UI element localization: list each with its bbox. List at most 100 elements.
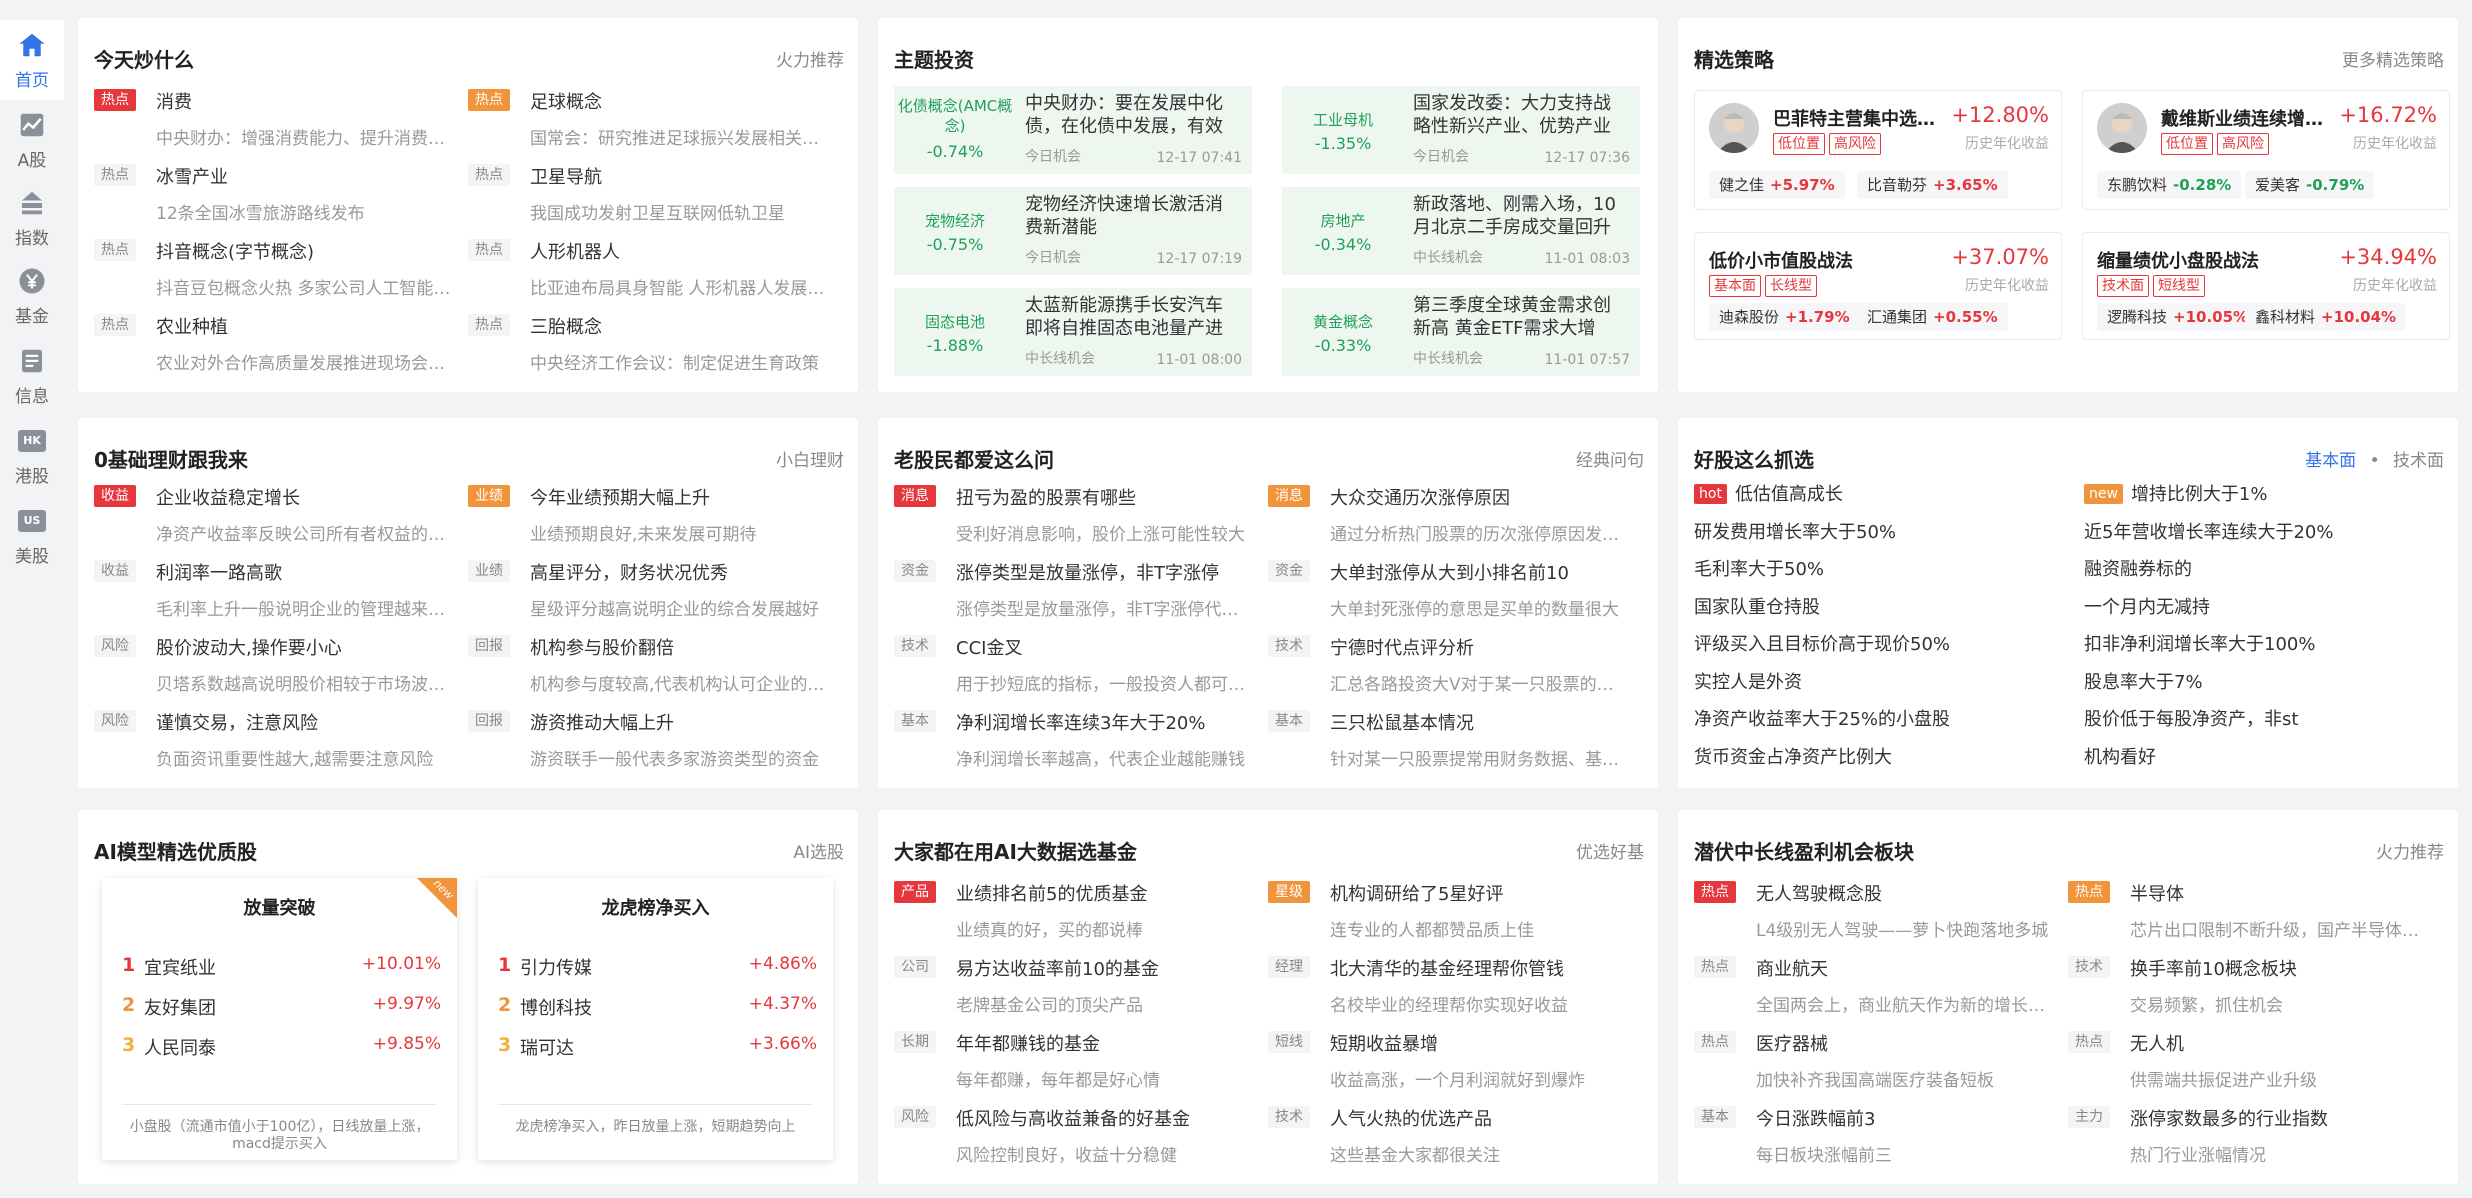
screener-item[interactable]: 融资融券标的 <box>2084 555 2192 581</box>
list-item-title[interactable]: 半导体 <box>2130 880 2184 906</box>
list-item-title[interactable]: 消费 <box>156 88 192 114</box>
strategy-card[interactable]: 缩量绩优小盘股战法 +34.94% 历史年化收益 技术面 短线型 逻腾科技 +10.05% 鑫… <box>2082 232 2450 340</box>
rank-stock-name[interactable]: 友好集团 <box>144 994 216 1020</box>
screener-item[interactable]: 实控人是外资 <box>1694 668 1802 694</box>
strategy-stock-chip[interactable]: 比音勒芬 +3.65% <box>1857 171 2008 199</box>
sidebar-item-1[interactable]: A股 <box>0 100 64 180</box>
ai-rank-board[interactable]: new 放量突破 1 宜宾纸业 +10.01% 2 友好集团 +9.97% 3 人民同泰 +9.85… <box>102 877 457 1160</box>
list-item-title[interactable]: 宁德时代点评分析 <box>1330 634 1474 660</box>
screener-item[interactable]: hot 低估值高成长 <box>1694 480 1843 506</box>
list-item-title[interactable]: 年年都赚钱的基金 <box>956 1030 1100 1056</box>
list-item-title[interactable]: 游资推动大幅上升 <box>530 709 674 735</box>
screener-item[interactable]: 一个月内无减持 <box>2084 593 2210 619</box>
list-item-title[interactable]: 医疗器械 <box>1756 1030 1828 1056</box>
list-item-title[interactable]: 商业航天 <box>1756 955 1828 981</box>
list-item-title[interactable]: 抖音概念(字节概念) <box>156 238 314 264</box>
list-item-title[interactable]: 冰雪产业 <box>156 163 228 189</box>
more-strategies-link[interactable]: 更多精选策略 <box>2342 46 2444 71</box>
rank-stock-name[interactable]: 人民同泰 <box>144 1034 216 1060</box>
list-item-title[interactable]: 人形机器人 <box>530 238 620 264</box>
strategy-stock-chip[interactable]: 逻腾科技 +10.05% <box>2097 303 2259 331</box>
list-item-title[interactable]: 换手率前10概念板块 <box>2130 955 2297 981</box>
strategy-stock-chip[interactable]: 迪森股份 +1.79% <box>1709 303 1860 331</box>
screener-item[interactable]: 近5年营收增长率连续大于20% <box>2084 518 2333 544</box>
theme-card[interactable]: 工业母机 -1.35% 国家发改委：大力支持战略性新兴产业、优势产业发展今日机会 12… <box>1282 86 1640 174</box>
theme-card[interactable]: 固态电池 -1.88% 太蓝新能源携手长安汽车 即将自推固态电池量产进程中长线机会 1… <box>894 288 1252 376</box>
list-item-title[interactable]: 企业收益稳定增长 <box>156 484 300 510</box>
more-link[interactable]: 小白理财 <box>776 446 844 471</box>
more-link[interactable]: 火力推荐 <box>776 46 844 71</box>
list-item-title[interactable]: 卫星导航 <box>530 163 602 189</box>
list-item-title[interactable]: 机构调研给了5星好评 <box>1330 880 1503 906</box>
screener-item[interactable]: new 增持比例大于1% <box>2084 480 2268 506</box>
list-item-title[interactable]: 无人机 <box>2130 1030 2184 1056</box>
list-item-title[interactable]: 北大清华的基金经理帮你管钱 <box>1330 955 1564 981</box>
list-item-title[interactable]: 低风险与高收益兼备的好基金 <box>956 1105 1190 1131</box>
list-item-title[interactable]: 三只松鼠基本情况 <box>1330 709 1474 735</box>
screener-label: 一个月内无减持 <box>2084 596 2210 618</box>
list-item-title[interactable]: 谨慎交易，注意风险 <box>156 709 318 735</box>
list-item-title[interactable]: 业绩排名前5的优质基金 <box>956 880 1147 906</box>
screener-item[interactable]: 股息率大于7% <box>2084 668 2203 694</box>
theme-card[interactable]: 黄金概念 -0.33% 第三季度全球黄金需求创新高 黄金ETF需求大增 中长线机会 11… <box>1282 288 1640 376</box>
strategy-stock-chip[interactable]: 汇通集团 +0.55% <box>1857 303 2008 331</box>
theme-card[interactable]: 宠物经济 -0.75% 宠物经济快速增长激活消费新潜能 今日机会 12-17 07:19 <box>894 187 1252 275</box>
list-item-title[interactable]: 净利润增长率连续3年大于20% <box>956 709 1205 735</box>
strategy-stock-chip[interactable]: 健之佳 +5.97% <box>1709 171 1845 199</box>
rank-stock-name[interactable]: 宜宾纸业 <box>144 954 216 980</box>
ai-select-link[interactable]: AI选股 <box>793 838 844 863</box>
screener-item[interactable]: 扣非净利润增长率大于100% <box>2084 630 2315 656</box>
strategy-return-label: 历史年化收益 <box>2353 136 2437 152</box>
list-item-title[interactable]: 三胎概念 <box>530 313 602 339</box>
sidebar-item-0[interactable]: 首页 <box>0 20 64 100</box>
rank-stock-name[interactable]: 引力传媒 <box>520 954 592 980</box>
strategy-card[interactable]: 戴维斯业绩连续增长策略 +16.72% 历史年化收益 低位置高风险东鹏饮料 -0.28%… <box>2082 90 2450 210</box>
rank-stock-name[interactable]: 瑞可达 <box>520 1034 574 1060</box>
list-item-title[interactable]: 足球概念 <box>530 88 602 114</box>
sidebar-item-3[interactable]: 基金 <box>0 256 64 336</box>
strategy-stock-chip[interactable]: 鑫科材料 +10.04% <box>2245 303 2407 331</box>
list-item-title[interactable]: 今日涨跌幅前3 <box>1756 1105 1875 1131</box>
strategy-card[interactable]: 低价小市值股战法 +37.07% 历史年化收益 基本面 长线型 迪森股份 +1.79% 汇通集… <box>1694 232 2062 340</box>
strategy-card[interactable]: 巴菲特主营集中选股策略 +12.80% 历史年化收益 低位置高风险健之佳 +5.97% 比… <box>1694 90 2062 210</box>
list-item-title[interactable]: 无人驾驶概念股 <box>1756 880 1882 906</box>
more-link[interactable]: 优选好基 <box>1576 838 1644 863</box>
screener-item[interactable]: 股价低于每股净资产，非st <box>2084 705 2298 731</box>
screener-item[interactable]: 货币资金占净资产比例大 <box>1694 743 1892 769</box>
list-item-title[interactable]: 扭亏为盈的股票有哪些 <box>956 484 1136 510</box>
screener-item[interactable]: 净资产收益率大于25%的小盘股 <box>1694 705 1950 731</box>
list-item-title[interactable]: 易方达收益率前10的基金 <box>956 955 1159 981</box>
list-item-title[interactable]: 大众交通历次涨停原因 <box>1330 484 1510 510</box>
screener-item[interactable]: 评级买入且目标价高于现价50% <box>1694 630 1950 656</box>
list-item-title[interactable]: 高星评分，财务状况优秀 <box>530 559 728 585</box>
screener-item[interactable]: 国家队重仓持股 <box>1694 593 1820 619</box>
theme-card[interactable]: 化债概念(AMC概念) -0.74% 中央财办：要在发展中化债，在化债中发展，有效防… <box>894 86 1252 174</box>
list-item-title[interactable]: 股价波动大,操作要小心 <box>156 634 342 660</box>
list-item-title[interactable]: 涨停家数最多的行业指数 <box>2130 1105 2328 1131</box>
screener-item[interactable]: 研发费用增长率大于50% <box>1694 518 1896 544</box>
sidebar-item-4[interactable]: 信息 <box>0 336 64 416</box>
sidebar-item-6[interactable]: US 美股 <box>0 496 64 576</box>
rank-stock-name[interactable]: 博创科技 <box>520 994 592 1020</box>
sidebar-item-5[interactable]: HK 港股 <box>0 416 64 496</box>
list-item-title[interactable]: CCI金叉 <box>956 634 1022 660</box>
list-item-title[interactable]: 机构参与股价翻倍 <box>530 634 674 660</box>
screener-item[interactable]: 毛利率大于50% <box>1694 555 1824 581</box>
more-link[interactable]: 火力推荐 <box>2376 838 2444 863</box>
tab-fundamental[interactable]: 基本面 <box>2305 451 2356 471</box>
list-item-title[interactable]: 短期收益暴增 <box>1330 1030 1438 1056</box>
ai-rank-board[interactable]: 龙虎榜净买入 1 引力传媒 +4.86% 2 博创科技 +4.37% 3 瑞可达 +3.66% 龙虎… <box>478 878 833 1160</box>
strategy-stock-chip[interactable]: 爱美客 -0.79% <box>2245 171 2375 199</box>
screener-item[interactable]: 机构看好 <box>2084 743 2156 769</box>
list-item-title[interactable]: 大单封涨停从大到小排名前10 <box>1330 559 1569 585</box>
tab-technical[interactable]: 技术面 <box>2393 451 2444 471</box>
list-item-title[interactable]: 农业种植 <box>156 313 228 339</box>
strategy-stock-chip[interactable]: 东鹏饮料 -0.28% <box>2097 171 2242 199</box>
list-item-title[interactable]: 涨停类型是放量涨停，非T字涨停 <box>956 559 1219 585</box>
sidebar-item-2[interactable]: 指数 <box>0 178 64 258</box>
list-item-title[interactable]: 利润率一路高歌 <box>156 559 282 585</box>
list-item-title[interactable]: 人气火热的优选产品 <box>1330 1105 1492 1131</box>
more-link[interactable]: 经典问句 <box>1576 446 1644 471</box>
theme-card[interactable]: 房地产 -0.34% 新政落地、刚需入场，10月北京二手房成交量回升 中长线机会 11-… <box>1282 187 1640 275</box>
list-item-title[interactable]: 今年业绩预期大幅上升 <box>530 484 710 510</box>
